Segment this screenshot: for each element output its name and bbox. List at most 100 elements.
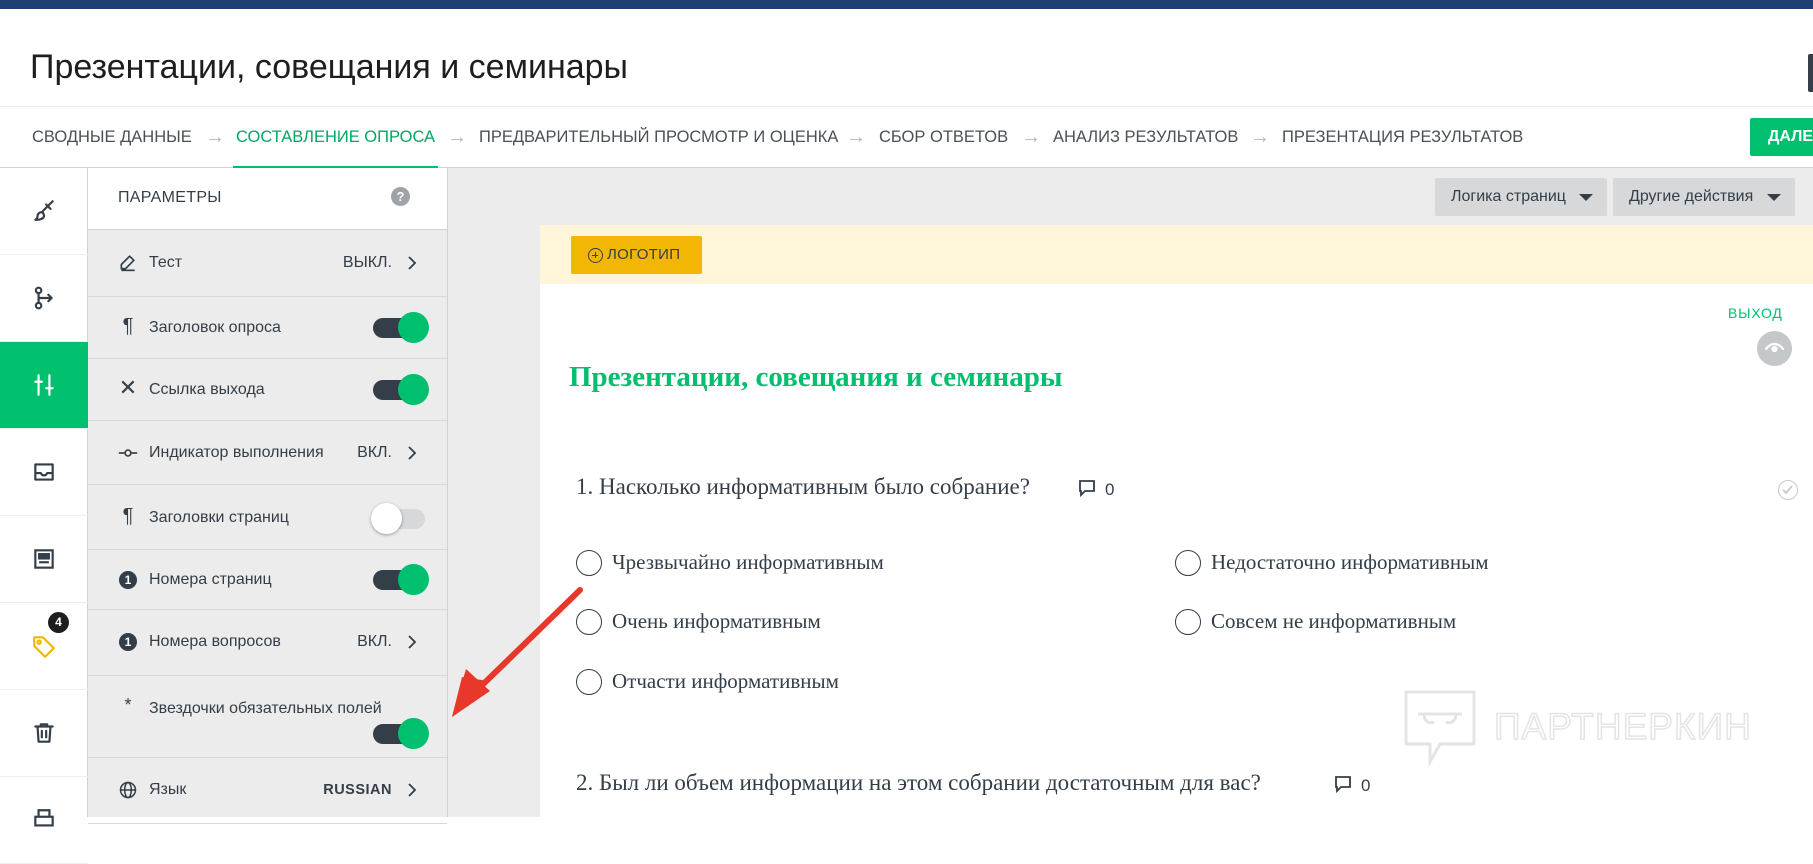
paintbrush-icon xyxy=(34,200,54,221)
other-actions-dropdown[interactable]: Другие действия xyxy=(1613,178,1795,216)
logo-band: ЛОГОТИП xyxy=(540,225,1813,284)
option-label[interactable]: Отчасти информативным xyxy=(612,669,839,694)
number-one-icon: 1 xyxy=(118,570,138,590)
icon-rail: 4 xyxy=(0,168,88,864)
close-icon: ✕ xyxy=(118,375,138,400)
rail-tags[interactable]: 4 xyxy=(0,603,88,690)
rail-trash[interactable] xyxy=(0,690,88,777)
survey-canvas: Логика страниц Другие действия ЛОГОТИП В… xyxy=(540,168,1813,817)
option-label: Тест xyxy=(149,254,183,271)
required-asterisks-toggle[interactable] xyxy=(373,718,429,749)
step-preview-score[interactable]: ПРЕДВАРИТЕЛЬНЫЙ ПРОСМОТР И ОЦЕНКА xyxy=(479,107,838,169)
step-collect-responses[interactable]: СБОР ОТВЕТОВ xyxy=(879,107,1008,169)
step-present-results[interactable]: ПРЕЗЕНТАЦИЯ РЕЗУЛЬТАТОВ xyxy=(1282,107,1523,169)
options-title: ПАРАМЕТРЫ xyxy=(118,189,222,206)
edge-control[interactable] xyxy=(1808,54,1813,92)
watermark: ПАРТНЕРКИН xyxy=(1402,688,1782,768)
step-arrow-icon: → xyxy=(1250,126,1270,148)
rail-options[interactable] xyxy=(0,342,88,429)
title-bar: Презентации, совещания и семинары xyxy=(0,9,1813,106)
option-value: RUSSIAN xyxy=(323,782,392,798)
step-summary[interactable]: СВОДНЫЕ ДАННЫЕ xyxy=(32,107,192,169)
page-numbers-toggle[interactable] xyxy=(373,564,429,595)
page-logic-dropdown[interactable]: Логика страниц xyxy=(1435,178,1607,216)
survey-title[interactable]: Презентации, совещания и семинары xyxy=(569,361,1063,394)
tag-count-badge: 4 xyxy=(48,612,69,633)
page-title: Презентации, совещания и семинары xyxy=(30,48,628,86)
option-value: ВЫКЛ. xyxy=(342,254,392,271)
question-1-comment-count: 0 xyxy=(1105,480,1115,499)
logic-branch-icon xyxy=(34,286,53,310)
option-label: Номера вопросов xyxy=(149,633,281,650)
survey-title-toggle[interactable] xyxy=(373,312,429,343)
trash-icon xyxy=(34,723,54,743)
chevron-right-icon xyxy=(408,256,417,270)
canvas-toolbar: Логика страниц Другие действия xyxy=(540,168,1813,225)
radio-option-1[interactable] xyxy=(576,550,602,576)
next-button[interactable]: ДАЛЕ xyxy=(1750,118,1813,156)
option-label: Номера страниц xyxy=(149,571,272,588)
question-1-title[interactable]: 1. Насколько информативным было собрание… xyxy=(576,474,1030,500)
number-one-icon: 1 xyxy=(118,632,138,652)
rail-design[interactable] xyxy=(0,168,88,255)
help-icon[interactable]: ? xyxy=(391,187,410,206)
option-label[interactable]: Недостаточно информативным xyxy=(1211,550,1489,575)
step-arrow-icon: → xyxy=(846,126,866,148)
step-navigation: СВОДНЫЕ ДАННЫЕ → СОСТАВЛЕНИЕ ОПРОСА → ПР… xyxy=(0,106,1813,169)
inbox-icon xyxy=(34,463,54,481)
top-stripe xyxy=(0,0,1813,9)
option-row-question-numbers[interactable]: 1 Номера вопросов ВКЛ. xyxy=(88,610,447,676)
rail-inbox[interactable] xyxy=(0,429,88,516)
question-2-title[interactable]: 2. Был ли объем информации на этом собра… xyxy=(576,770,1261,796)
progress-icon xyxy=(118,443,138,463)
print-icon xyxy=(34,809,54,827)
option-row-page-titles: ¶ Заголовки страниц xyxy=(88,485,447,550)
option-row-progress[interactable]: Индикатор выполнения ВКЛ. xyxy=(88,421,447,485)
check-circle-icon[interactable] xyxy=(1778,480,1798,500)
option-row-exit-link: ✕ Ссылка выхода xyxy=(88,359,447,421)
option-label: Ссылка выхода xyxy=(149,381,265,398)
add-logo-button[interactable]: ЛОГОТИП xyxy=(571,236,702,274)
annotation-arrow xyxy=(452,587,583,717)
rail-layout[interactable] xyxy=(0,516,88,603)
option-label[interactable]: Очень информативным xyxy=(612,609,821,634)
comment-icon xyxy=(1335,776,1351,794)
chevron-right-icon xyxy=(408,446,417,460)
rail-logic[interactable] xyxy=(0,255,88,342)
option-row-quiz[interactable]: Тест ВЫКЛ. xyxy=(88,230,447,297)
watermark-text: ПАРТНЕРКИН xyxy=(1493,705,1752,748)
exit-link-toggle[interactable] xyxy=(373,374,429,405)
option-label: Звездочки обязательных полей xyxy=(149,700,382,717)
option-row-required-asterisks: * Звездочки обязательных полей xyxy=(88,676,447,758)
tag-icon xyxy=(33,636,55,658)
asterisk-icon: * xyxy=(124,694,132,715)
step-arrow-icon: → xyxy=(1021,126,1041,148)
option-row-language[interactable]: Язык RUSSIAN xyxy=(88,758,447,824)
radio-option-2[interactable] xyxy=(1175,550,1201,576)
option-row-survey-title: ¶ Заголовок опроса xyxy=(88,297,447,359)
page-titles-toggle[interactable] xyxy=(371,503,429,534)
option-label[interactable]: Совсем не информативным xyxy=(1211,609,1456,634)
plus-circle-icon xyxy=(588,248,603,263)
hidden-eye-icon[interactable] xyxy=(1757,331,1792,366)
exit-link[interactable]: ВЫХОД xyxy=(1728,305,1783,321)
radio-option-4[interactable] xyxy=(1175,609,1201,635)
step-arrow-icon: → xyxy=(205,126,225,148)
option-value: ВКЛ. xyxy=(357,633,392,650)
pencil-icon xyxy=(118,252,138,272)
chevron-right-icon xyxy=(408,783,417,797)
sliders-icon xyxy=(34,374,54,396)
option-label: Заголовок опроса xyxy=(149,319,281,336)
comment-icon xyxy=(1079,480,1095,498)
caret-down-icon xyxy=(1579,194,1593,201)
step-design-survey[interactable]: СОСТАВЛЕНИЕ ОПРОСА xyxy=(233,107,439,169)
option-label: Индикатор выполнения xyxy=(149,444,324,461)
option-label[interactable]: Чрезвычайно информативным xyxy=(612,550,884,575)
pilcrow-icon: ¶ xyxy=(122,504,134,527)
caret-down-icon xyxy=(1767,194,1781,201)
rail-more[interactable] xyxy=(0,777,88,864)
globe-icon xyxy=(118,780,138,800)
step-analyze-results[interactable]: АНАЛИЗ РЕЗУЛЬТАТОВ xyxy=(1053,107,1238,169)
layout-icon xyxy=(34,549,54,569)
watermark-logo-icon xyxy=(1404,690,1476,768)
